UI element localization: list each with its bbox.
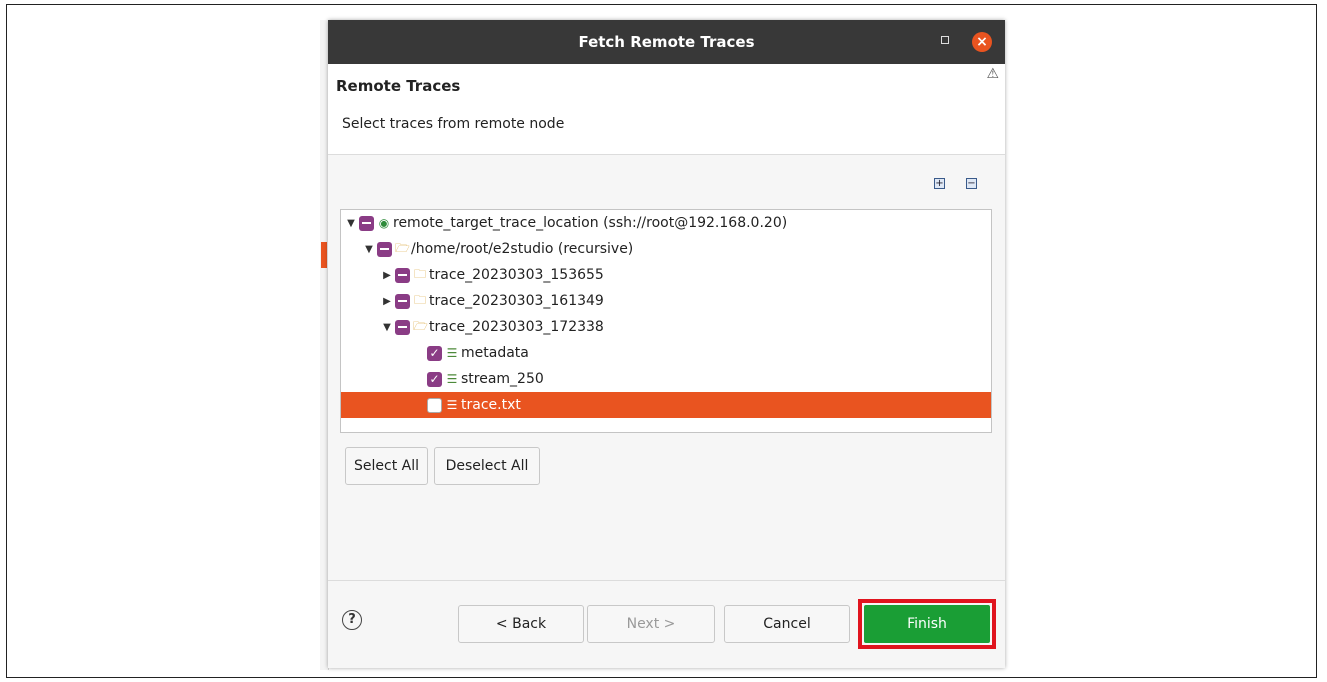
page-title: Remote Traces xyxy=(336,77,461,95)
footer-separator xyxy=(328,580,1005,581)
folder-icon: 🗁 xyxy=(395,240,410,255)
collapse-all-icon[interactable]: − xyxy=(966,178,977,189)
expanded-arrow-icon[interactable]: ▼ xyxy=(345,218,357,229)
maximize-icon[interactable] xyxy=(941,36,949,44)
tree-row-label: /home/root/e2studio (recursive) xyxy=(411,241,634,257)
tree-row-label: metadata xyxy=(461,345,529,361)
file-icon: ☰ xyxy=(446,346,458,360)
background-app-selection xyxy=(321,242,327,268)
cancel-button[interactable]: Cancel xyxy=(724,605,850,643)
checkbox-checked[interactable]: ✓ xyxy=(427,371,442,387)
expanded-arrow-icon[interactable]: ▼ xyxy=(363,244,375,255)
file-icon: ☰ xyxy=(446,372,458,386)
tree-row[interactable]: ▼ 🗁 trace_20230303_172338 xyxy=(341,314,991,340)
fetch-remote-traces-dialog: Fetch Remote Traces × Remote Traces Sele… xyxy=(328,20,1005,668)
tree-row[interactable]: ✓ ☰ metadata xyxy=(341,340,991,366)
tree-row-label: remote_target_trace_location (ssh://root… xyxy=(393,215,788,231)
checkbox-partial[interactable] xyxy=(395,319,410,335)
expanded-arrow-icon[interactable]: ▼ xyxy=(381,322,393,333)
collapsed-arrow-icon[interactable]: ▶ xyxy=(381,270,393,281)
folder-icon: 🗀 xyxy=(413,292,426,307)
checkbox-partial[interactable] xyxy=(395,267,410,283)
tree-row-label: trace_20230303_161349 xyxy=(429,293,604,309)
help-icon[interactable]: ? xyxy=(342,610,362,630)
title-bar: Fetch Remote Traces × xyxy=(328,20,1005,64)
tree-row-label: trace_20230303_172338 xyxy=(429,319,604,335)
checkbox-checked[interactable]: ✓ xyxy=(427,345,442,361)
checkbox-partial[interactable] xyxy=(377,241,392,257)
checkbox-partial[interactable] xyxy=(395,293,410,309)
tree-row-label: trace_20230303_153655 xyxy=(429,267,604,283)
wizard-header: Remote Traces Select traces from remote … xyxy=(328,64,1005,155)
node-icon: ◉ xyxy=(378,216,390,230)
next-button[interactable]: Next > xyxy=(587,605,715,643)
tree-row-label: stream_250 xyxy=(461,371,544,387)
tree-row-label: trace.txt xyxy=(461,397,521,413)
dialog-title: Fetch Remote Traces xyxy=(578,33,755,51)
collapsed-arrow-icon[interactable]: ▶ xyxy=(381,296,393,307)
trace-tree[interactable]: ▼ ◉ remote_target_trace_location (ssh://… xyxy=(340,209,992,433)
expand-all-icon[interactable]: + xyxy=(934,178,945,189)
tree-row[interactable]: ▼ ◉ remote_target_trace_location (ssh://… xyxy=(341,210,991,236)
tree-row[interactable]: ▶ 🗀 trace_20230303_153655 xyxy=(341,262,991,288)
checkbox-partial[interactable] xyxy=(359,215,374,231)
checkbox-unchecked[interactable] xyxy=(427,397,442,413)
tree-row[interactable]: ▼ 🗁 /home/root/e2studio (recursive) xyxy=(341,236,991,262)
back-button[interactable]: < Back xyxy=(458,605,584,643)
close-icon[interactable]: × xyxy=(972,32,992,52)
tree-row[interactable]: ✓ ☰ stream_250 xyxy=(341,366,991,392)
folder-icon: 🗁 xyxy=(413,318,428,333)
tree-row-selected[interactable]: ☰ trace.txt xyxy=(341,392,991,418)
select-all-button[interactable]: Select All xyxy=(345,447,428,485)
deselect-all-button[interactable]: Deselect All xyxy=(434,447,540,485)
tree-row[interactable]: ▶ 🗀 trace_20230303_161349 xyxy=(341,288,991,314)
warning-icon: ⚠ xyxy=(986,66,999,82)
finish-button[interactable]: Finish xyxy=(864,605,990,643)
page-description: Select traces from remote node xyxy=(342,116,565,132)
folder-icon: 🗀 xyxy=(413,266,426,281)
file-icon: ☰ xyxy=(446,398,458,412)
